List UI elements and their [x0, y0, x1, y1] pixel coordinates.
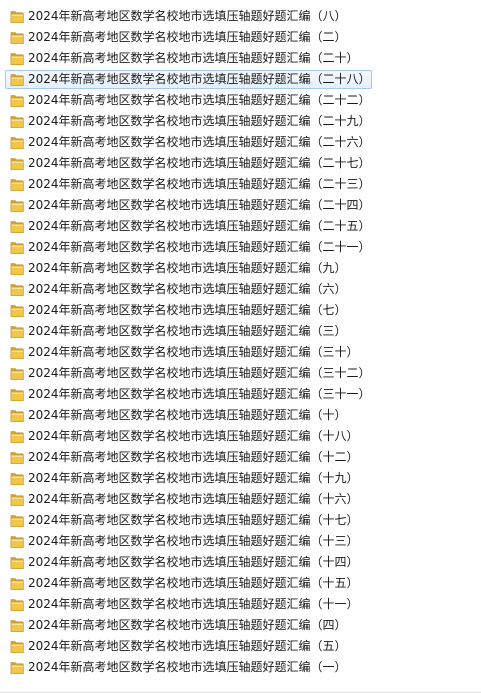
folder-icon	[10, 30, 24, 45]
folder-icon	[10, 639, 24, 654]
folder-item[interactable]: 2024年新高考地区数学名校地市选填压轴题好题汇编（九）	[0, 258, 481, 279]
folder-item[interactable]: 2024年新高考地区数学名校地市选填压轴题好题汇编（十三）	[0, 531, 481, 552]
folder-item[interactable]: 2024年新高考地区数学名校地市选填压轴题好题汇编（十）	[0, 405, 481, 426]
folder-icon	[10, 450, 24, 465]
folder-item[interactable]: 2024年新高考地区数学名校地市选填压轴题好题汇编（二十三）	[0, 174, 481, 195]
folder-icon	[10, 51, 24, 66]
folder-item[interactable]: 2024年新高考地区数学名校地市选填压轴题好题汇编（十二）	[0, 447, 481, 468]
folder-icon	[10, 597, 24, 612]
folder-item[interactable]: 2024年新高考地区数学名校地市选填压轴题好题汇编（二十四）	[0, 195, 481, 216]
folder-name: 2024年新高考地区数学名校地市选填压轴题好题汇编（八）	[28, 9, 347, 23]
folder-icon	[10, 9, 24, 24]
folder-icon	[10, 618, 24, 633]
folder-name: 2024年新高考地区数学名校地市选填压轴题好题汇编（七）	[28, 303, 347, 317]
folder-icon	[10, 219, 24, 234]
folder-item[interactable]: 2024年新高考地区数学名校地市选填压轴题好题汇编（十五）	[0, 573, 481, 594]
folder-icon	[10, 177, 24, 192]
folder-icon	[10, 114, 24, 129]
folder-item[interactable]: 2024年新高考地区数学名校地市选填压轴题好题汇编（十九）	[0, 468, 481, 489]
folder-name: 2024年新高考地区数学名校地市选填压轴题好题汇编（二十九）	[28, 114, 371, 128]
folder-name: 2024年新高考地区数学名校地市选填压轴题好题汇编（十一）	[28, 597, 359, 611]
folder-item[interactable]: 2024年新高考地区数学名校地市选填压轴题好题汇编（二十）	[0, 48, 481, 69]
folder-item[interactable]: 2024年新高考地区数学名校地市选填压轴题好题汇编（十四）	[0, 552, 481, 573]
folder-name: 2024年新高考地区数学名校地市选填压轴题好题汇编（十二）	[28, 450, 359, 464]
folder-item[interactable]: 2024年新高考地区数学名校地市选填压轴题好题汇编（六）	[0, 279, 481, 300]
folder-name: 2024年新高考地区数学名校地市选填压轴题好题汇编（三十二）	[28, 366, 371, 380]
folder-item[interactable]: 2024年新高考地区数学名校地市选填压轴题好题汇编（二十五）	[0, 216, 481, 237]
folder-name: 2024年新高考地区数学名校地市选填压轴题好题汇编（二十二）	[28, 93, 371, 107]
folder-item[interactable]: 2024年新高考地区数学名校地市选填压轴题好题汇编（一）	[0, 657, 481, 678]
folder-name: 2024年新高考地区数学名校地市选填压轴题好题汇编（十四）	[28, 555, 359, 569]
folder-name: 2024年新高考地区数学名校地市选填压轴题好题汇编（九）	[28, 261, 347, 275]
folder-item[interactable]: 2024年新高考地区数学名校地市选填压轴题好题汇编（十七）	[0, 510, 481, 531]
folder-item[interactable]: 2024年新高考地区数学名校地市选填压轴题好题汇编（三十一）	[0, 384, 481, 405]
folder-name: 2024年新高考地区数学名校地市选填压轴题好题汇编（六）	[28, 282, 347, 296]
folder-icon	[10, 408, 24, 423]
folder-name: 2024年新高考地区数学名校地市选填压轴题好题汇编（二十八）	[28, 72, 371, 86]
folder-name: 2024年新高考地区数学名校地市选填压轴题好题汇编（一）	[28, 660, 347, 674]
folder-item[interactable]: 2024年新高考地区数学名校地市选填压轴题好题汇编（三）	[0, 321, 481, 342]
folder-icon	[10, 324, 24, 339]
folder-icon	[10, 135, 24, 150]
folder-item[interactable]: 2024年新高考地区数学名校地市选填压轴题好题汇编（二十六）	[0, 132, 481, 153]
folder-icon	[10, 660, 24, 675]
folder-name: 2024年新高考地区数学名校地市选填压轴题好题汇编（二十四）	[28, 198, 371, 212]
folder-name: 2024年新高考地区数学名校地市选填压轴题好题汇编（二十三）	[28, 177, 371, 191]
folder-icon	[10, 282, 24, 297]
folder-name: 2024年新高考地区数学名校地市选填压轴题好题汇编（十六）	[28, 492, 359, 506]
folder-name: 2024年新高考地区数学名校地市选填压轴题好题汇编（二十六）	[28, 135, 371, 149]
folder-name: 2024年新高考地区数学名校地市选填压轴题好题汇编（十）	[28, 408, 347, 422]
folder-list: 2024年新高考地区数学名校地市选填压轴题好题汇编（八） 2024年新高考地区数学…	[0, 6, 481, 678]
folder-name: 2024年新高考地区数学名校地市选填压轴题好题汇编（二）	[28, 30, 347, 44]
folder-name: 2024年新高考地区数学名校地市选填压轴题好题汇编（三十）	[28, 345, 359, 359]
folder-name: 2024年新高考地区数学名校地市选填压轴题好题汇编（三）	[28, 324, 347, 338]
folder-icon	[10, 345, 24, 360]
folder-name: 2024年新高考地区数学名校地市选填压轴题好题汇编（二十七）	[28, 156, 371, 170]
folder-name: 2024年新高考地区数学名校地市选填压轴题好题汇编（三十一）	[28, 387, 371, 401]
folder-item[interactable]: 2024年新高考地区数学名校地市选填压轴题好题汇编（八）	[0, 6, 481, 27]
folder-item[interactable]: 2024年新高考地区数学名校地市选填压轴题好题汇编（二十八）	[0, 69, 481, 90]
folder-item[interactable]: 2024年新高考地区数学名校地市选填压轴题好题汇编（二十九）	[0, 111, 481, 132]
folder-item[interactable]: 2024年新高考地区数学名校地市选填压轴题好题汇编（二十一）	[0, 237, 481, 258]
folder-icon	[10, 240, 24, 255]
folder-item[interactable]: 2024年新高考地区数学名校地市选填压轴题好题汇编（三十二）	[0, 363, 481, 384]
folder-icon	[10, 387, 24, 402]
folder-icon	[10, 93, 24, 108]
folder-item[interactable]: 2024年新高考地区数学名校地市选填压轴题好题汇编（二）	[0, 27, 481, 48]
folder-icon	[10, 576, 24, 591]
folder-item[interactable]: 2024年新高考地区数学名校地市选填压轴题好题汇编（七）	[0, 300, 481, 321]
folder-item[interactable]: 2024年新高考地区数学名校地市选填压轴题好题汇编（五）	[0, 636, 481, 657]
folder-item[interactable]: 2024年新高考地区数学名校地市选填压轴题好题汇编（四）	[0, 615, 481, 636]
folder-name: 2024年新高考地区数学名校地市选填压轴题好题汇编（二十五）	[28, 219, 371, 233]
folder-icon	[10, 156, 24, 171]
folder-icon	[10, 534, 24, 549]
folder-item[interactable]: 2024年新高考地区数学名校地市选填压轴题好题汇编（十六）	[0, 489, 481, 510]
folder-name: 2024年新高考地区数学名校地市选填压轴题好题汇编（五）	[28, 639, 347, 653]
folder-icon	[10, 513, 24, 528]
folder-icon	[10, 72, 24, 87]
folder-name: 2024年新高考地区数学名校地市选填压轴题好题汇编（十七）	[28, 513, 359, 527]
folder-name: 2024年新高考地区数学名校地市选填压轴题好题汇编（二十一）	[28, 240, 371, 254]
folder-item[interactable]: 2024年新高考地区数学名校地市选填压轴题好题汇编（二十二）	[0, 90, 481, 111]
folder-item[interactable]: 2024年新高考地区数学名校地市选填压轴题好题汇编（十八）	[0, 426, 481, 447]
folder-item[interactable]: 2024年新高考地区数学名校地市选填压轴题好题汇编（二十七）	[0, 153, 481, 174]
folder-icon	[10, 366, 24, 381]
folder-name: 2024年新高考地区数学名校地市选填压轴题好题汇编（十九）	[28, 471, 359, 485]
folder-icon	[10, 471, 24, 486]
folder-icon	[10, 198, 24, 213]
folder-icon	[10, 261, 24, 276]
folder-icon	[10, 303, 24, 318]
folder-icon	[10, 492, 24, 507]
folder-name: 2024年新高考地区数学名校地市选填压轴题好题汇编（二十）	[28, 51, 359, 65]
folder-name: 2024年新高考地区数学名校地市选填压轴题好题汇编（十八）	[28, 429, 359, 443]
folder-icon	[10, 429, 24, 444]
folder-name: 2024年新高考地区数学名校地市选填压轴题好题汇编（十三）	[28, 534, 359, 548]
folder-item[interactable]: 2024年新高考地区数学名校地市选填压轴题好题汇编（十一）	[0, 594, 481, 615]
folder-icon	[10, 555, 24, 570]
folder-item[interactable]: 2024年新高考地区数学名校地市选填压轴题好题汇编（三十）	[0, 342, 481, 363]
folder-name: 2024年新高考地区数学名校地市选填压轴题好题汇编（四）	[28, 618, 347, 632]
folder-name: 2024年新高考地区数学名校地市选填压轴题好题汇编（十五）	[28, 576, 359, 590]
